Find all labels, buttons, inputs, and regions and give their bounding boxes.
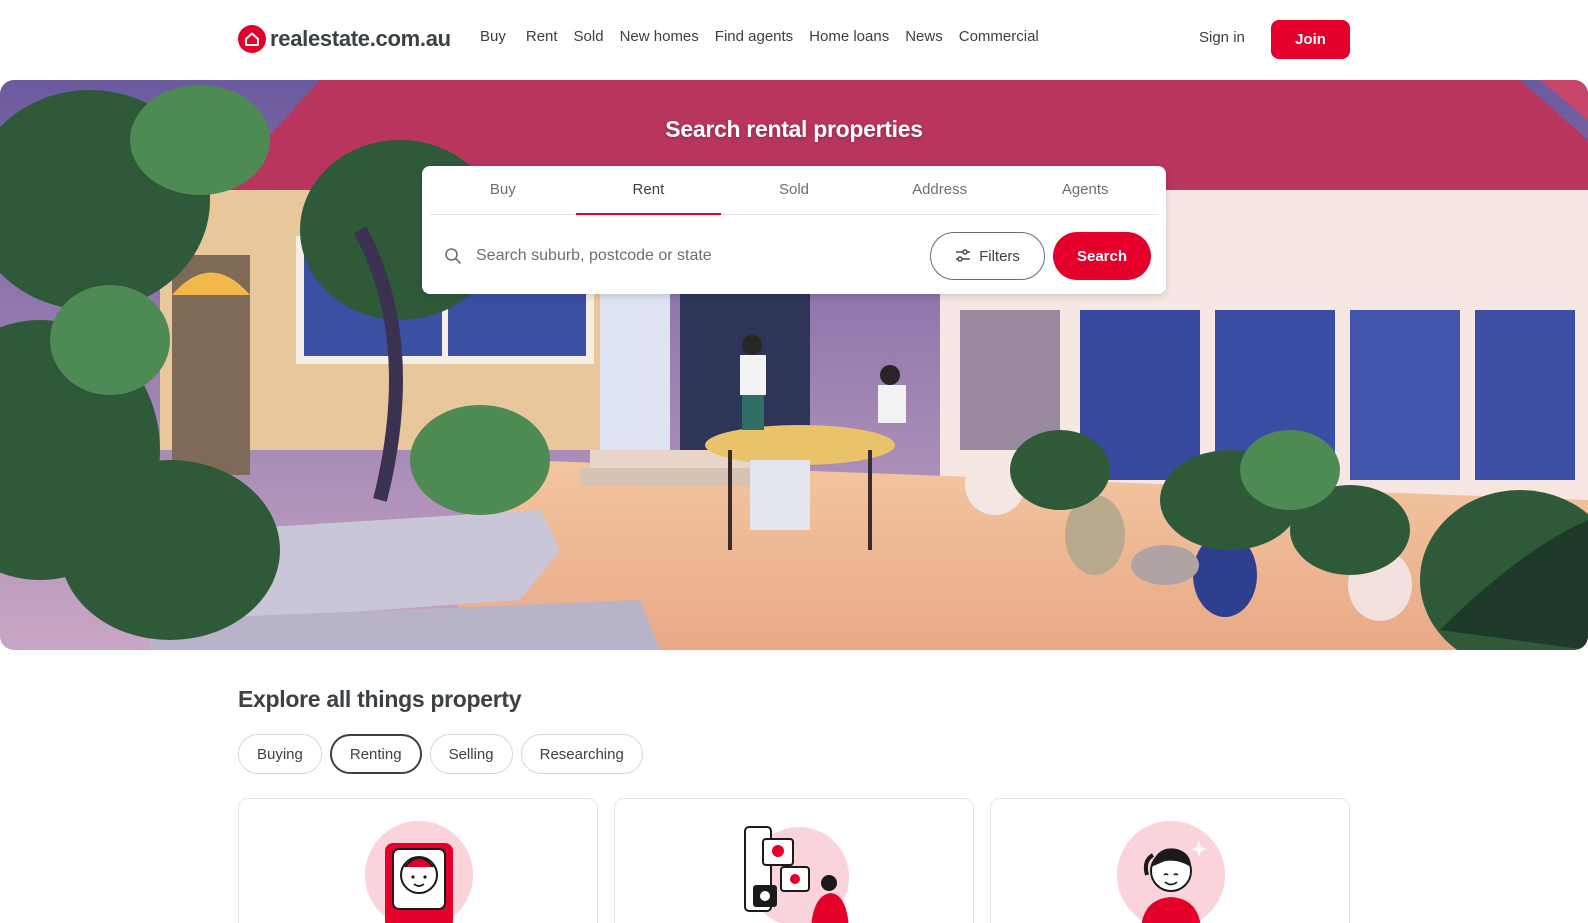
hero-title: Search rental properties xyxy=(665,116,923,142)
tab-agents[interactable]: Agents xyxy=(1012,166,1158,214)
chip-selling[interactable]: Selling xyxy=(429,734,513,774)
site-logo[interactable]: realestate.com.au xyxy=(238,25,451,53)
tab-buy[interactable]: Buy xyxy=(430,166,576,214)
tab-sold[interactable]: Sold xyxy=(721,166,867,214)
nav-news[interactable]: News xyxy=(905,28,943,45)
search-tabs: Buy Rent Sold Address Agents xyxy=(430,166,1158,215)
nav-rent[interactable]: Rent xyxy=(526,28,558,45)
search-field xyxy=(444,232,924,280)
chip-researching[interactable]: Researching xyxy=(520,734,643,774)
sliders-icon xyxy=(956,249,971,262)
filters-label: Filters xyxy=(979,247,1020,265)
join-button[interactable]: Join xyxy=(1271,20,1350,59)
tenant-profile-illustration xyxy=(365,821,473,923)
explore-card[interactable] xyxy=(990,798,1350,923)
nav-buy[interactable]: Buy xyxy=(480,28,506,45)
nav-home-loans[interactable]: Home loans xyxy=(809,28,889,45)
search-input[interactable] xyxy=(476,247,916,265)
main-nav: Buy Rent Sold New homes Find agents Home… xyxy=(480,28,1055,45)
house-logo-icon xyxy=(238,25,266,53)
nav-sold[interactable]: Sold xyxy=(574,28,604,45)
explore-card[interactable] xyxy=(614,798,974,923)
explore-chips: Buying Renting Selling Researching xyxy=(238,734,643,774)
nav-commercial[interactable]: Commercial xyxy=(959,28,1039,45)
filters-button[interactable]: Filters xyxy=(930,232,1045,280)
chip-renting[interactable]: Renting xyxy=(329,734,422,774)
nav-new-homes[interactable]: New homes xyxy=(620,28,699,45)
happy-renter-illustration xyxy=(1117,821,1225,923)
search-button[interactable]: Search xyxy=(1053,232,1151,280)
site-header: realestate.com.au Buy Rent Sold New home… xyxy=(0,0,1588,80)
explore-cards xyxy=(238,798,1350,923)
explore-title: Explore all things property xyxy=(238,686,522,712)
tab-address[interactable]: Address xyxy=(867,166,1013,214)
logo-text: realestate.com.au xyxy=(270,26,451,51)
chip-buying[interactable]: Buying xyxy=(238,734,322,774)
search-panel: Buy Rent Sold Address Agents Filters Sea… xyxy=(422,166,1166,294)
sign-in-link[interactable]: Sign in xyxy=(1199,29,1245,46)
search-icon xyxy=(445,248,461,264)
tab-rent[interactable]: Rent xyxy=(575,166,722,215)
nav-find-agents[interactable]: Find agents xyxy=(715,28,793,45)
explore-card[interactable] xyxy=(238,798,598,923)
video-call-illustration xyxy=(744,826,849,923)
